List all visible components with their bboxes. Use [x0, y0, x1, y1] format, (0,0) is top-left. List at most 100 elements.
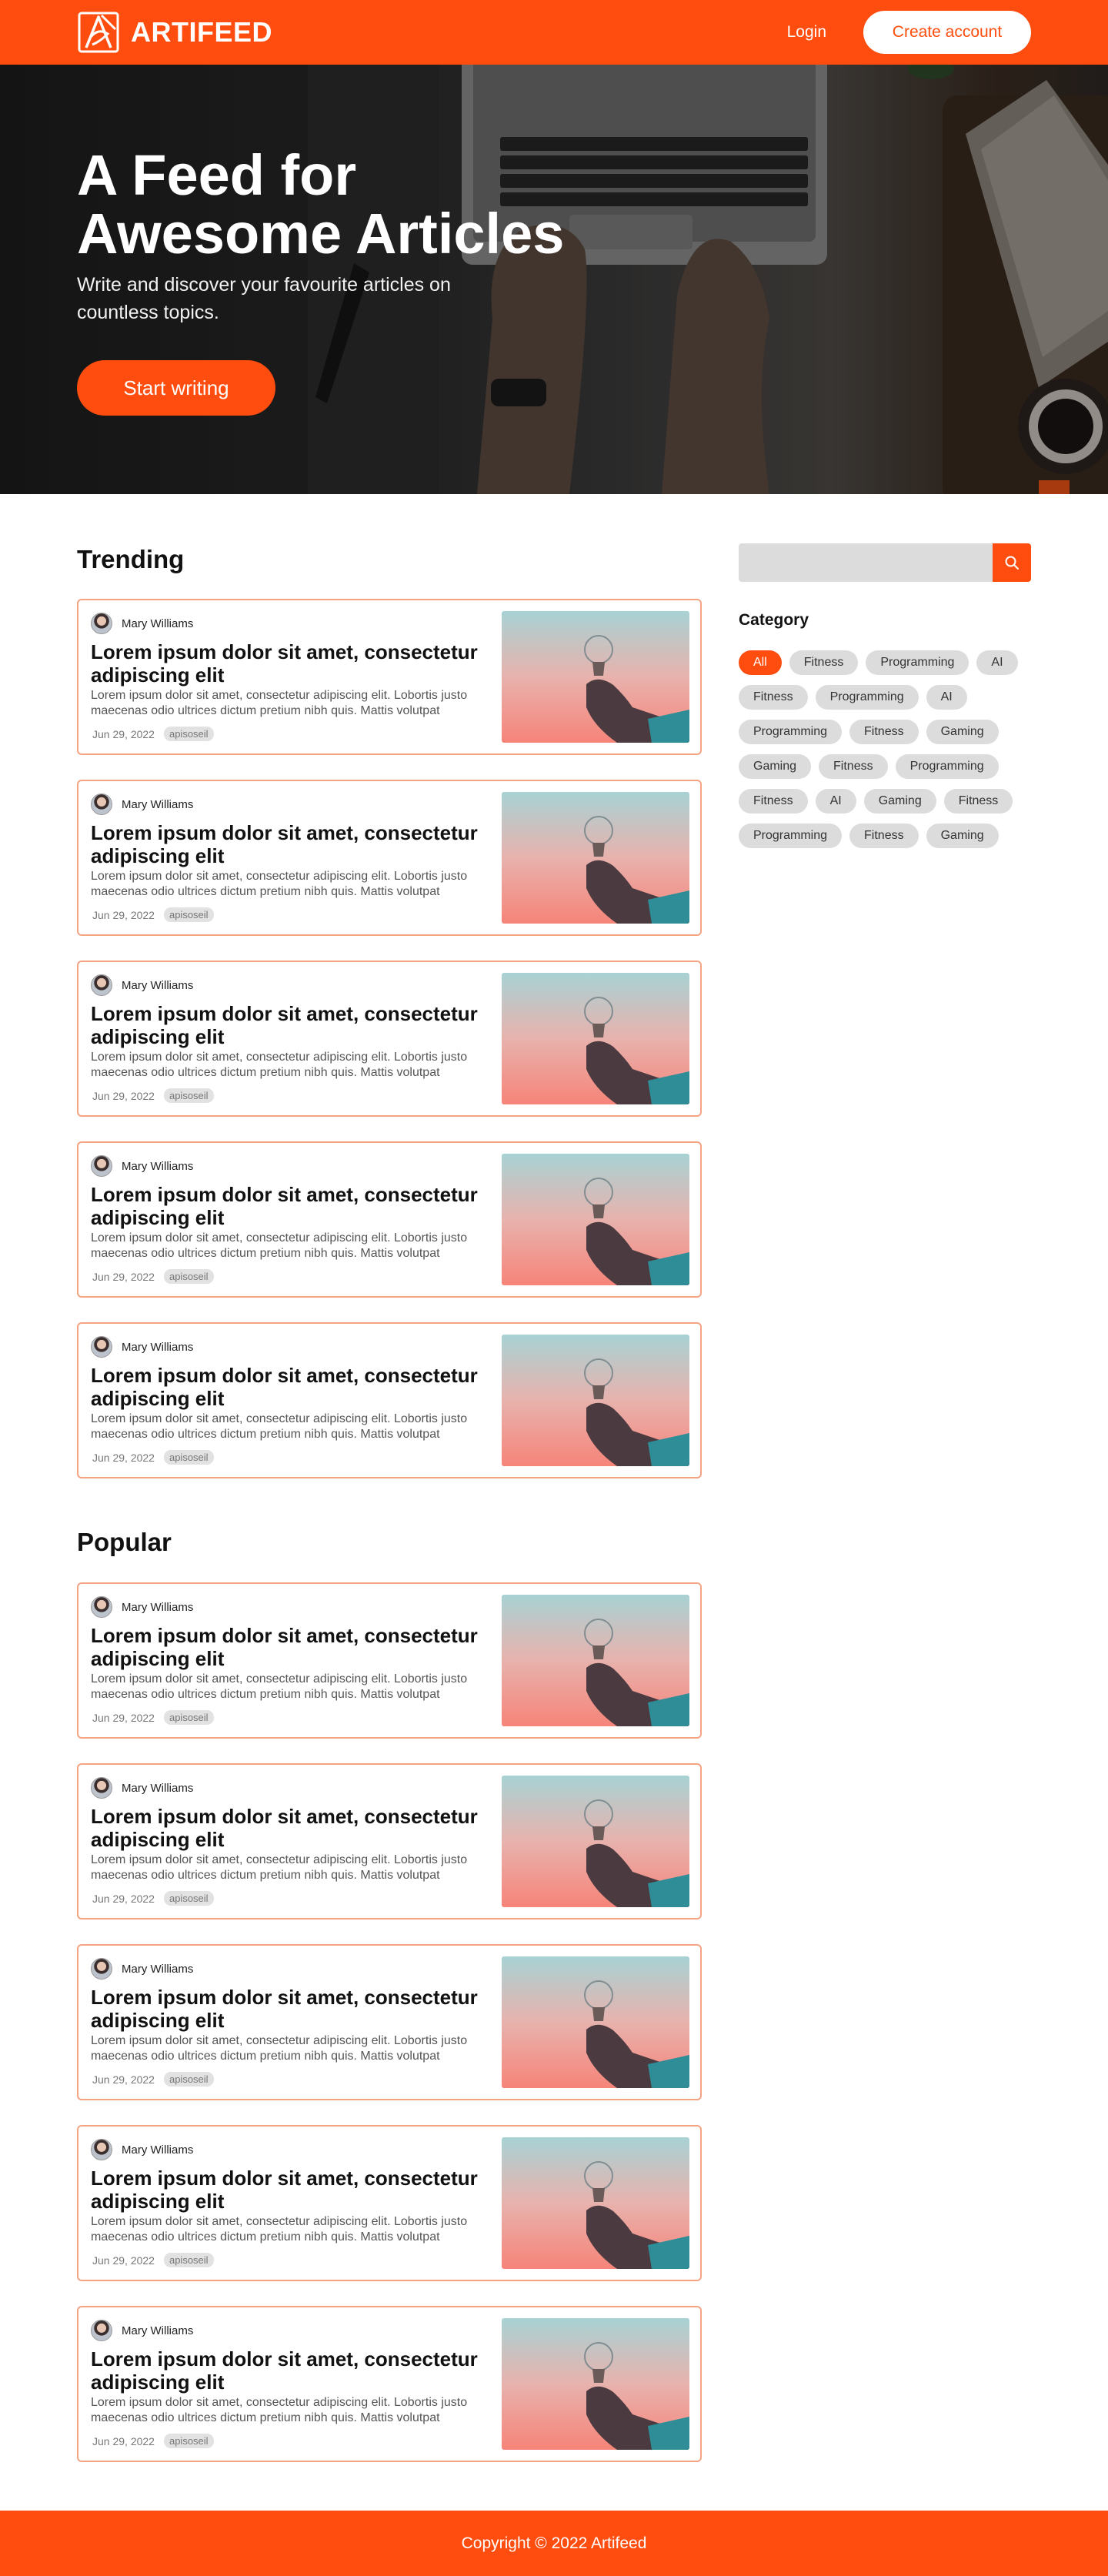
- category-chip[interactable]: Fitness: [739, 789, 808, 814]
- article-card[interactable]: Mary Williams Lorem ipsum dolor sit amet…: [77, 1944, 702, 2100]
- article-meta: Jun 29, 2022 apisoseil: [92, 2253, 214, 2267]
- article-tag[interactable]: apisoseil: [163, 727, 214, 741]
- article-meta: Jun 29, 2022 apisoseil: [92, 907, 214, 922]
- category-chip[interactable]: Fitness: [943, 789, 1013, 814]
- article-tag[interactable]: apisoseil: [163, 907, 214, 922]
- category-chip[interactable]: Programming: [895, 754, 999, 779]
- article-date: Jun 29, 2022: [92, 1892, 155, 1905]
- avatar: [91, 794, 112, 815]
- article-thumbnail: [502, 1595, 689, 1726]
- article-card[interactable]: Mary Williams Lorem ipsum dolor sit amet…: [77, 1763, 702, 1919]
- logo[interactable]: ARTIFEED: [77, 11, 272, 54]
- article-tag[interactable]: apisoseil: [163, 1450, 214, 1465]
- article-title[interactable]: Lorem ipsum dolor sit amet, consectetur …: [91, 2347, 491, 2394]
- category-chip[interactable]: Fitness: [849, 720, 919, 744]
- category-chip[interactable]: Programming: [739, 720, 843, 744]
- article-tag[interactable]: apisoseil: [163, 1269, 214, 1284]
- article-title[interactable]: Lorem ipsum dolor sit amet, consectetur …: [91, 1183, 491, 1229]
- article-author: Mary Williams: [91, 974, 193, 996]
- category-chip[interactable]: Programming: [866, 650, 970, 675]
- article-author: Mary Williams: [91, 2320, 193, 2341]
- category-chip[interactable]: Fitness: [849, 824, 919, 848]
- article-meta: Jun 29, 2022 apisoseil: [92, 2434, 214, 2448]
- avatar: [91, 1155, 112, 1177]
- category-chip[interactable]: Gaming: [739, 754, 812, 779]
- article-meta: Jun 29, 2022 apisoseil: [92, 1269, 214, 1284]
- search-bar: [739, 543, 1031, 582]
- article-author: Mary Williams: [91, 1777, 193, 1799]
- article-author: Mary Williams: [91, 613, 193, 634]
- search-button[interactable]: [993, 543, 1031, 582]
- start-writing-button[interactable]: Start writing: [77, 360, 275, 416]
- category-chip-list: All Fitness Programming AI Fitness Programmin…: [739, 650, 1039, 848]
- article-title[interactable]: Lorem ipsum dolor sit amet, consectetur …: [91, 1002, 491, 1048]
- category-chip[interactable]: Programming: [739, 824, 843, 848]
- avatar: [91, 2320, 112, 2341]
- author-name: Mary Williams: [122, 616, 194, 630]
- logo-icon: [77, 11, 120, 54]
- article-meta: Jun 29, 2022 apisoseil: [92, 2072, 214, 2087]
- category-chip[interactable]: Gaming: [926, 824, 999, 848]
- article-meta: Jun 29, 2022 apisoseil: [92, 1891, 214, 1906]
- article-date: Jun 29, 2022: [92, 2073, 155, 2086]
- article-tag[interactable]: apisoseil: [163, 2434, 214, 2448]
- article-title[interactable]: Lorem ipsum dolor sit amet, consectetur …: [91, 640, 491, 687]
- article-meta: Jun 29, 2022 apisoseil: [92, 1088, 214, 1103]
- article-card[interactable]: Mary Williams Lorem ipsum dolor sit amet…: [77, 1322, 702, 1478]
- article-thumbnail: [502, 973, 689, 1104]
- category-chip[interactable]: AI: [926, 685, 967, 710]
- category-chip[interactable]: Programming: [815, 685, 919, 710]
- article-excerpt: Lorem ipsum dolor sit amet, consectetur …: [91, 1231, 468, 1260]
- article-card[interactable]: Mary Williams Lorem ipsum dolor sit amet…: [77, 961, 702, 1117]
- category-chip[interactable]: Fitness: [819, 754, 888, 779]
- article-author: Mary Williams: [91, 1155, 193, 1177]
- article-card[interactable]: Mary Williams Lorem ipsum dolor sit amet…: [77, 2306, 702, 2462]
- article-card[interactable]: Mary Williams Lorem ipsum dolor sit amet…: [77, 1582, 702, 1739]
- article-date: Jun 29, 2022: [92, 727, 155, 740]
- article-tag[interactable]: apisoseil: [163, 1088, 214, 1103]
- article-card[interactable]: Mary Williams Lorem ipsum dolor sit amet…: [77, 1141, 702, 1298]
- avatar: [91, 2139, 112, 2160]
- article-excerpt: Lorem ipsum dolor sit amet, consectetur …: [91, 2396, 468, 2424]
- article-card[interactable]: Mary Williams Lorem ipsum dolor sit amet…: [77, 599, 702, 755]
- hero-title-line-1: A Feed for: [77, 143, 357, 207]
- avatar: [91, 1777, 112, 1799]
- article-title[interactable]: Lorem ipsum dolor sit amet, consectetur …: [91, 1624, 491, 1670]
- article-title[interactable]: Lorem ipsum dolor sit amet, consectetur …: [91, 1986, 491, 2032]
- article-title[interactable]: Lorem ipsum dolor sit amet, consectetur …: [91, 1364, 491, 1410]
- article-card[interactable]: Mary Williams Lorem ipsum dolor sit amet…: [77, 2125, 702, 2281]
- article-card[interactable]: Mary Williams Lorem ipsum dolor sit amet…: [77, 780, 702, 936]
- article-meta: Jun 29, 2022 apisoseil: [92, 1710, 214, 1725]
- category-chip[interactable]: AI: [815, 789, 856, 814]
- article-tag[interactable]: apisoseil: [163, 1710, 214, 1725]
- article-date: Jun 29, 2022: [92, 1270, 155, 1283]
- article-excerpt: Lorem ipsum dolor sit amet, consectetur …: [91, 1051, 468, 1079]
- hero-title: A Feed for Awesome Articles: [77, 146, 616, 263]
- article-tag[interactable]: apisoseil: [163, 2072, 214, 2087]
- search-input[interactable]: [739, 543, 993, 582]
- category-chip[interactable]: Fitness: [739, 685, 808, 710]
- popular-section-title: Popular: [77, 1528, 172, 1556]
- hero-title-line-2: Awesome Articles: [77, 202, 565, 266]
- category-chip[interactable]: Gaming: [863, 789, 936, 814]
- author-name: Mary Williams: [122, 1340, 194, 1354]
- hero-subtitle: Write and discover your favourite articl…: [77, 274, 451, 323]
- category-chip[interactable]: Gaming: [926, 720, 999, 744]
- category-chip[interactable]: All: [739, 650, 782, 675]
- copyright-text: Copyright © 2022 Artifeed: [461, 2534, 647, 2552]
- article-excerpt: Lorem ipsum dolor sit amet, consectetur …: [91, 870, 468, 898]
- create-account-button[interactable]: Create account: [863, 11, 1031, 54]
- article-author: Mary Williams: [91, 1596, 193, 1618]
- article-title[interactable]: Lorem ipsum dolor sit amet, consectetur …: [91, 2167, 491, 2213]
- article-date: Jun 29, 2022: [92, 2254, 155, 2267]
- article-title[interactable]: Lorem ipsum dolor sit amet, consectetur …: [91, 821, 491, 867]
- category-chip[interactable]: AI: [976, 650, 1018, 675]
- author-name: Mary Williams: [122, 2324, 194, 2337]
- login-link[interactable]: Login: [787, 23, 826, 42]
- article-title[interactable]: Lorem ipsum dolor sit amet, consectetur …: [91, 1805, 491, 1851]
- category-chip[interactable]: Fitness: [789, 650, 859, 675]
- author-name: Mary Williams: [122, 1159, 194, 1173]
- article-date: Jun 29, 2022: [92, 908, 155, 921]
- article-tag[interactable]: apisoseil: [163, 2253, 214, 2267]
- article-tag[interactable]: apisoseil: [163, 1891, 214, 1906]
